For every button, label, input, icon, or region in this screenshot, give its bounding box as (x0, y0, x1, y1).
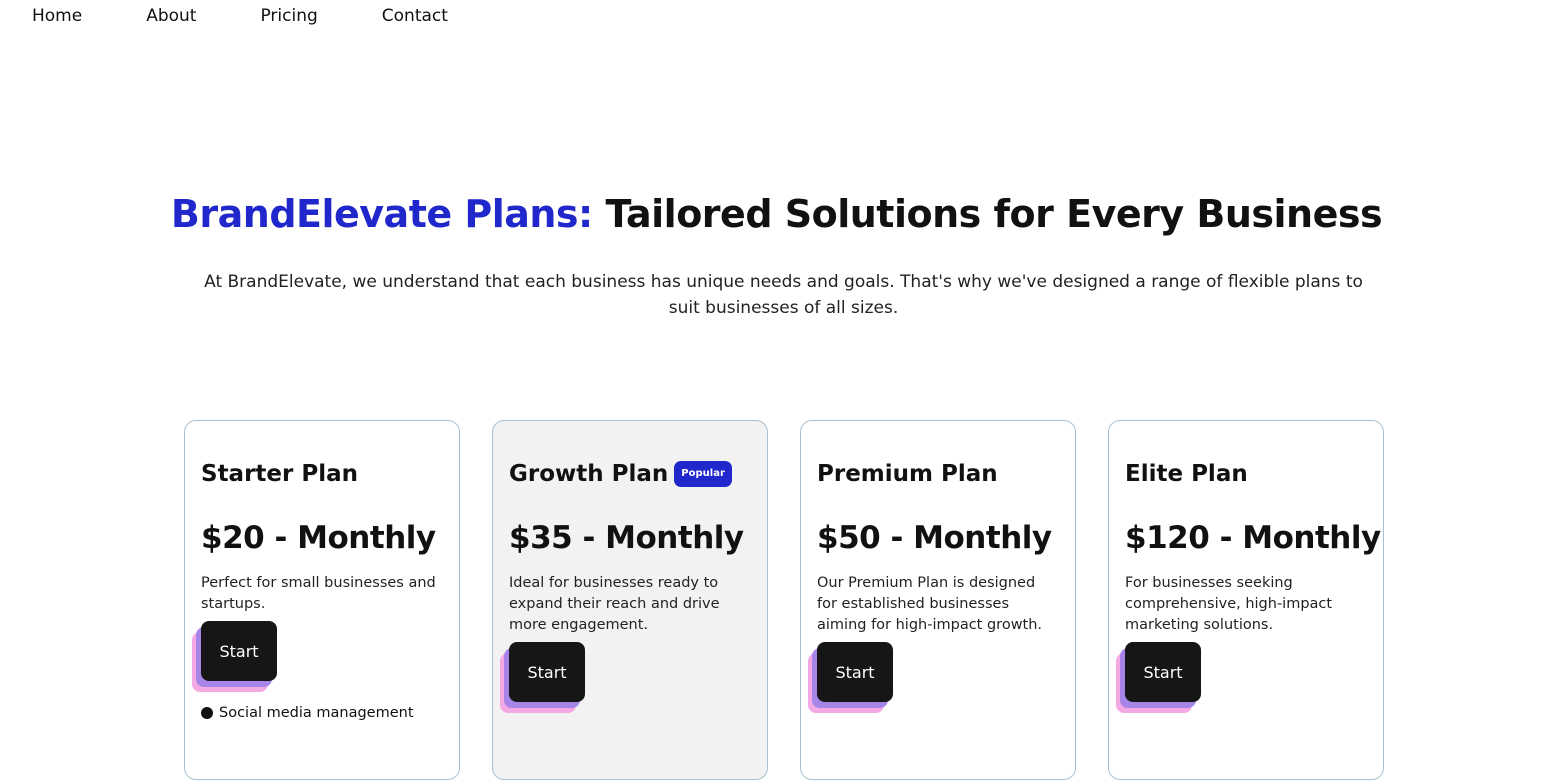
plan-card-elite: Elite Plan $120 - Monthly For businesses… (1108, 420, 1384, 780)
start-button-premium[interactable]: Start (817, 642, 893, 702)
page-title-tagline: Tailored Solutions for Every Business (605, 192, 1383, 236)
plan-price: $35 - Monthly (509, 520, 744, 556)
start-button-starter[interactable]: Start (201, 621, 277, 681)
bullet-icon (201, 707, 213, 719)
start-button-wrapper: Start (500, 642, 585, 713)
nav-link-contact[interactable]: Contact (382, 0, 448, 32)
plan-price: $50 - Monthly (817, 520, 1052, 556)
plan-name: Premium Plan (817, 457, 1059, 491)
plan-name-text: Premium Plan (817, 461, 998, 487)
nav-link-about[interactable]: About (146, 0, 196, 32)
plan-card-starter: Starter Plan $20 - Monthly Perfect for s… (184, 420, 460, 780)
popular-badge: Popular (674, 461, 732, 487)
page-description: At BrandElevate, we understand that each… (204, 272, 1363, 318)
nav-link-pricing[interactable]: Pricing (260, 0, 317, 32)
start-button-elite[interactable]: Start (1125, 642, 1201, 702)
feature-list: Social media management (201, 703, 443, 723)
start-button-wrapper: Start (1116, 642, 1201, 713)
plan-name-text: Starter Plan (201, 461, 359, 487)
plan-price: $120 - Monthly (1125, 520, 1381, 556)
start-button-wrapper: Start (192, 621, 277, 692)
plan-description: Perfect for small businesses and startup… (201, 575, 436, 612)
plan-name: Growth Plan Popular (509, 457, 751, 491)
plan-name: Elite Plan (1125, 457, 1367, 491)
plan-name-text: Growth Plan (509, 461, 669, 487)
plan-description: Ideal for businesses ready to expand the… (509, 575, 720, 633)
plan-description: For businesses seeking comprehensive, hi… (1125, 575, 1333, 633)
plan-price: $20 - Monthly (201, 520, 436, 556)
plan-description: Our Premium Plan is designed for establi… (817, 575, 1043, 633)
plan-name-text: Elite Plan (1125, 461, 1248, 487)
plan-card-premium: Premium Plan $50 - Monthly Our Premium P… (800, 420, 1076, 780)
pricing-cards: Starter Plan $20 - Monthly Perfect for s… (184, 420, 1384, 780)
start-button-wrapper: Start (808, 642, 893, 713)
page-title-brand: BrandElevate Plans: (170, 192, 593, 236)
feature-item: Social media management (201, 703, 443, 723)
top-nav: Home About Pricing Contact (32, 0, 448, 32)
plan-name: Starter Plan (201, 457, 443, 491)
plan-card-growth: Growth Plan Popular $35 - Monthly Ideal f… (492, 420, 768, 780)
page-title: BrandElevate Plans: Tailored Solutions f… (0, 186, 1553, 242)
nav-link-home[interactable]: Home (32, 0, 82, 32)
start-button-growth[interactable]: Start (509, 642, 585, 702)
feature-text: Social media management (219, 705, 414, 721)
